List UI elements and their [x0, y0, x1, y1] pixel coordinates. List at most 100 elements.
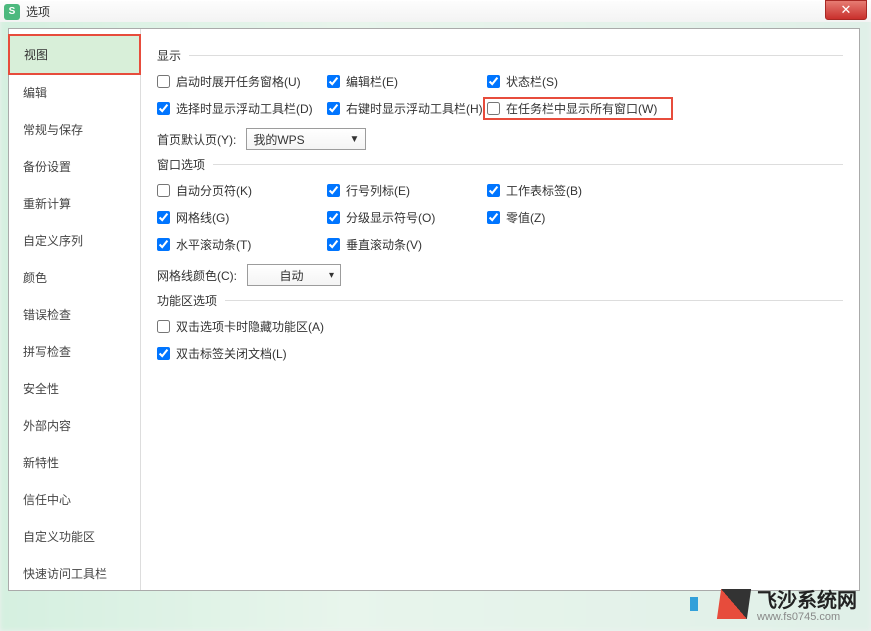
homepage-label: 首页默认页(Y):	[157, 131, 236, 148]
checkbox-input[interactable]	[157, 211, 170, 224]
checkbox-float-right[interactable]: 右键时显示浮动工具栏(H)	[327, 100, 487, 117]
gridcolor-select[interactable]: 自动 ▾	[247, 264, 341, 286]
sidebar-item-label: 重新计算	[23, 197, 71, 211]
close-icon: ✕	[841, 3, 852, 16]
sidebar-item-edit[interactable]: 编辑	[9, 74, 140, 111]
sidebar-item-backup[interactable]: 备份设置	[9, 148, 140, 185]
accent-decoration	[690, 597, 698, 611]
watermark-title: 飞沙系统网	[757, 590, 857, 612]
sidebar-item-qat[interactable]: 快速访问工具栏	[9, 555, 140, 592]
chevron-down-icon: ▾	[329, 270, 334, 281]
sidebar-item-spell-check[interactable]: 拼写检查	[9, 333, 140, 370]
sidebar-item-label: 错误检查	[23, 308, 71, 322]
checkbox-input[interactable]	[157, 347, 170, 360]
sidebar-item-label: 快速访问工具栏	[23, 567, 107, 581]
sidebar-item-security[interactable]: 安全性	[9, 370, 140, 407]
select-value: 我的WPS	[253, 131, 304, 148]
sidebar-item-label: 常规与保存	[23, 123, 83, 137]
sidebar-item-view[interactable]: 视图	[8, 34, 141, 75]
select-value: 自动	[254, 267, 329, 284]
watermark-sub: www.fs0745.com	[757, 611, 857, 623]
checkbox-label: 启动时展开任务窗格(U)	[176, 73, 301, 90]
checkbox-edit-bar[interactable]: 编辑栏(E)	[327, 73, 487, 90]
sidebar-item-general-save[interactable]: 常规与保存	[9, 111, 140, 148]
checkbox-float-select[interactable]: 选择时显示浮动工具栏(D)	[157, 100, 327, 117]
checkbox-label: 行号列标(E)	[346, 182, 410, 199]
window-title: 选项	[26, 3, 50, 20]
section-header-window: 窗口选项	[157, 156, 843, 173]
app-icon: S	[4, 4, 20, 20]
checkbox-status-bar[interactable]: 状态栏(S)	[487, 73, 647, 90]
watermark: 飞沙系统网 www.fs0745.com	[719, 584, 857, 623]
checkbox-input[interactable]	[327, 211, 340, 224]
sidebar-item-label: 视图	[24, 48, 48, 62]
sidebar-item-label: 颜色	[23, 271, 47, 285]
checkbox-hscroll[interactable]: 水平滚动条(T)	[157, 236, 327, 253]
checkbox-sheet-tabs[interactable]: 工作表标签(B)	[487, 182, 647, 199]
section-title: 功能区选项	[157, 292, 217, 309]
title-bar: S 选项 ✕	[0, 0, 871, 22]
checkbox-input[interactable]	[327, 75, 340, 88]
checkbox-input[interactable]	[487, 75, 500, 88]
checkbox-label: 自动分页符(K)	[176, 182, 252, 199]
checkbox-label: 状态栏(S)	[506, 73, 558, 90]
sidebar-item-label: 新特性	[23, 456, 59, 470]
sidebar-item-color[interactable]: 颜色	[9, 259, 140, 296]
checkbox-label: 右键时显示浮动工具栏(H)	[346, 100, 483, 117]
sidebar-item-custom-lists[interactable]: 自定义序列	[9, 222, 140, 259]
sidebar-item-recalc[interactable]: 重新计算	[9, 185, 140, 222]
options-dialog: 视图 编辑 常规与保存 备份设置 重新计算 自定义序列 颜色 错误检查 拼写检查…	[8, 28, 860, 591]
sidebar-item-label: 安全性	[23, 382, 59, 396]
sidebar-item-label: 备份设置	[23, 160, 71, 174]
checkbox-label: 在任务栏中显示所有窗口(W)	[506, 100, 657, 117]
checkbox-label: 水平滚动条(T)	[176, 236, 251, 253]
checkbox-vscroll[interactable]: 垂直滚动条(V)	[327, 236, 487, 253]
checkbox-label: 双击选项卡时隐藏功能区(A)	[176, 318, 324, 335]
sidebar-item-new-features[interactable]: 新特性	[9, 444, 140, 481]
checkbox-input[interactable]	[157, 75, 170, 88]
sidebar-item-external[interactable]: 外部内容	[9, 407, 140, 444]
section-header-ribbon: 功能区选项	[157, 292, 843, 309]
sidebar-item-label: 编辑	[23, 86, 47, 100]
checkbox-dbl-hide[interactable]: 双击选项卡时隐藏功能区(A)	[157, 318, 843, 335]
checkbox-input[interactable]	[157, 102, 170, 115]
checkbox-gridlines[interactable]: 网格线(G)	[157, 209, 327, 226]
checkbox-label: 工作表标签(B)	[506, 182, 582, 199]
checkbox-input[interactable]	[157, 320, 170, 333]
sidebar-nav: 视图 编辑 常规与保存 备份设置 重新计算 自定义序列 颜色 错误检查 拼写检查…	[9, 29, 141, 590]
homepage-select[interactable]: 我的WPS ▼	[246, 128, 366, 150]
checkbox-input[interactable]	[157, 238, 170, 251]
checkbox-label: 零值(Z)	[506, 209, 545, 226]
sidebar-item-trust-center[interactable]: 信任中心	[9, 481, 140, 518]
checkbox-auto-pagebreak[interactable]: 自动分页符(K)	[157, 182, 327, 199]
checkbox-zero-val[interactable]: 零值(Z)	[487, 209, 647, 226]
checkbox-label: 分级显示符号(O)	[346, 209, 435, 226]
checkbox-label: 选择时显示浮动工具栏(D)	[176, 100, 313, 117]
section-title: 窗口选项	[157, 156, 205, 173]
content-panel: 显示 启动时展开任务窗格(U) 编辑栏(E) 状态栏(S) 选择时显示浮动工具栏…	[141, 29, 859, 590]
checkbox-input[interactable]	[327, 102, 340, 115]
sidebar-item-custom-ribbon[interactable]: 自定义功能区	[9, 518, 140, 555]
checkbox-input[interactable]	[487, 184, 500, 197]
checkbox-label: 编辑栏(E)	[346, 73, 398, 90]
checkbox-input[interactable]	[487, 102, 500, 115]
checkbox-taskbar-all[interactable]: 在任务栏中显示所有窗口(W)	[487, 100, 667, 117]
close-button[interactable]: ✕	[825, 0, 867, 20]
checkbox-dbl-close[interactable]: 双击标签关闭文档(L)	[157, 345, 843, 362]
checkbox-input[interactable]	[157, 184, 170, 197]
section-header-display: 显示	[157, 47, 843, 64]
watermark-logo-icon	[717, 589, 751, 619]
gridcolor-label: 网格线颜色(C):	[157, 267, 237, 284]
checkbox-outline-sym[interactable]: 分级显示符号(O)	[327, 209, 487, 226]
sidebar-item-label: 信任中心	[23, 493, 71, 507]
checkbox-input[interactable]	[487, 211, 500, 224]
section-title: 显示	[157, 47, 181, 64]
checkbox-input[interactable]	[327, 238, 340, 251]
checkbox-label: 网格线(G)	[176, 209, 229, 226]
sidebar-item-label: 自定义序列	[23, 234, 83, 248]
checkbox-label: 双击标签关闭文档(L)	[176, 345, 287, 362]
checkbox-startup-pane[interactable]: 启动时展开任务窗格(U)	[157, 73, 327, 90]
sidebar-item-error-check[interactable]: 错误检查	[9, 296, 140, 333]
checkbox-row-col-hdr[interactable]: 行号列标(E)	[327, 182, 487, 199]
checkbox-input[interactable]	[327, 184, 340, 197]
